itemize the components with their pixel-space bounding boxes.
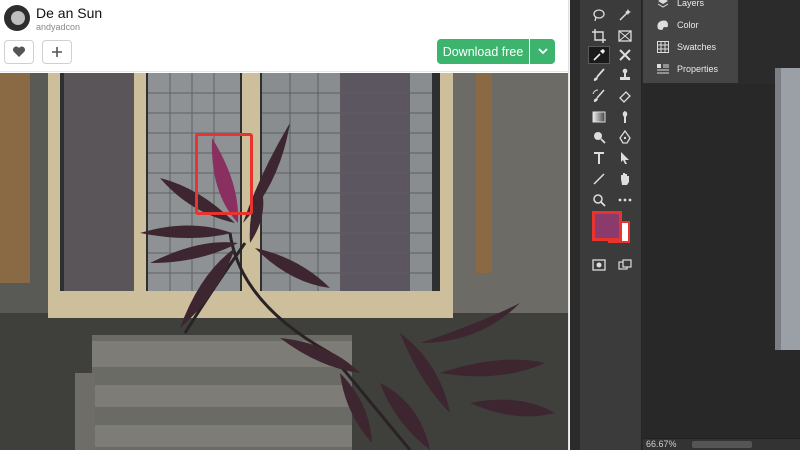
page-scrollbar[interactable] xyxy=(568,0,570,450)
panel-label: Properties xyxy=(677,64,719,74)
photo-header: De an Sun andyadcon Download free xyxy=(0,0,570,72)
chevron-down-icon xyxy=(537,48,548,55)
panel-swatches[interactable]: Swatches xyxy=(643,36,738,58)
panel-properties[interactable]: Properties xyxy=(643,58,738,80)
author-name[interactable]: De an Sun xyxy=(36,5,102,21)
author-avatar[interactable] xyxy=(4,5,30,31)
more-icon[interactable] xyxy=(614,191,636,209)
panel-label: Layers xyxy=(677,0,705,8)
quick-mask-icon[interactable] xyxy=(588,256,610,274)
foreground-color-swatch[interactable] xyxy=(592,211,622,241)
type-icon[interactable] xyxy=(588,149,610,167)
zoom-icon[interactable] xyxy=(588,191,610,209)
crop-icon[interactable] xyxy=(588,27,610,45)
zoom-level[interactable]: 66.67% xyxy=(646,439,677,449)
history-brush-icon[interactable] xyxy=(588,87,610,105)
horizontal-scrollbar[interactable] xyxy=(692,441,752,448)
swatches-icon xyxy=(655,41,671,53)
photo-page: De an Sun andyadcon Download free xyxy=(0,0,570,450)
layers-icon xyxy=(655,0,671,9)
lasso-icon[interactable] xyxy=(588,6,610,24)
pen-icon[interactable] xyxy=(614,128,636,146)
eraser-icon[interactable] xyxy=(614,87,636,105)
properties-icon xyxy=(655,63,671,75)
smudge-icon[interactable] xyxy=(614,108,636,126)
heart-icon xyxy=(12,46,26,57)
path-select-icon[interactable] xyxy=(614,149,636,167)
stock-photo[interactable] xyxy=(0,73,568,450)
like-button[interactable] xyxy=(4,40,34,64)
download-options-button[interactable] xyxy=(530,39,555,64)
brush-icon[interactable] xyxy=(588,66,610,84)
frame-icon[interactable] xyxy=(614,27,636,45)
photo-image xyxy=(0,73,568,450)
panel-color[interactable]: Color xyxy=(643,14,738,36)
screen-mode-icon[interactable] xyxy=(614,256,636,274)
leaf-highlight-box xyxy=(195,133,253,215)
gradient-icon[interactable] xyxy=(588,108,610,126)
document-canvas-image xyxy=(781,68,800,350)
stamp-icon[interactable] xyxy=(614,66,636,84)
eyedropper-icon[interactable] xyxy=(588,46,610,64)
panel-layers[interactable]: Layers xyxy=(643,0,738,14)
healing-icon[interactable] xyxy=(614,46,636,64)
download-free-button[interactable]: Download free xyxy=(437,39,529,64)
color-icon xyxy=(655,19,671,31)
plus-icon xyxy=(52,47,62,57)
panels-list: Layers Color Swatches Properties xyxy=(643,0,738,84)
dodge-icon[interactable] xyxy=(588,128,610,146)
panel-label: Swatches xyxy=(677,42,717,52)
line-icon[interactable] xyxy=(588,170,610,188)
add-to-collection-button[interactable] xyxy=(42,40,72,64)
author-handle[interactable]: andyadcon xyxy=(36,22,80,32)
panel-label: Color xyxy=(677,20,699,30)
magic-wand-icon[interactable] xyxy=(614,6,636,24)
hand-icon[interactable] xyxy=(614,170,636,188)
app-window: De an Sun andyadcon Download free Layers… xyxy=(0,0,800,450)
